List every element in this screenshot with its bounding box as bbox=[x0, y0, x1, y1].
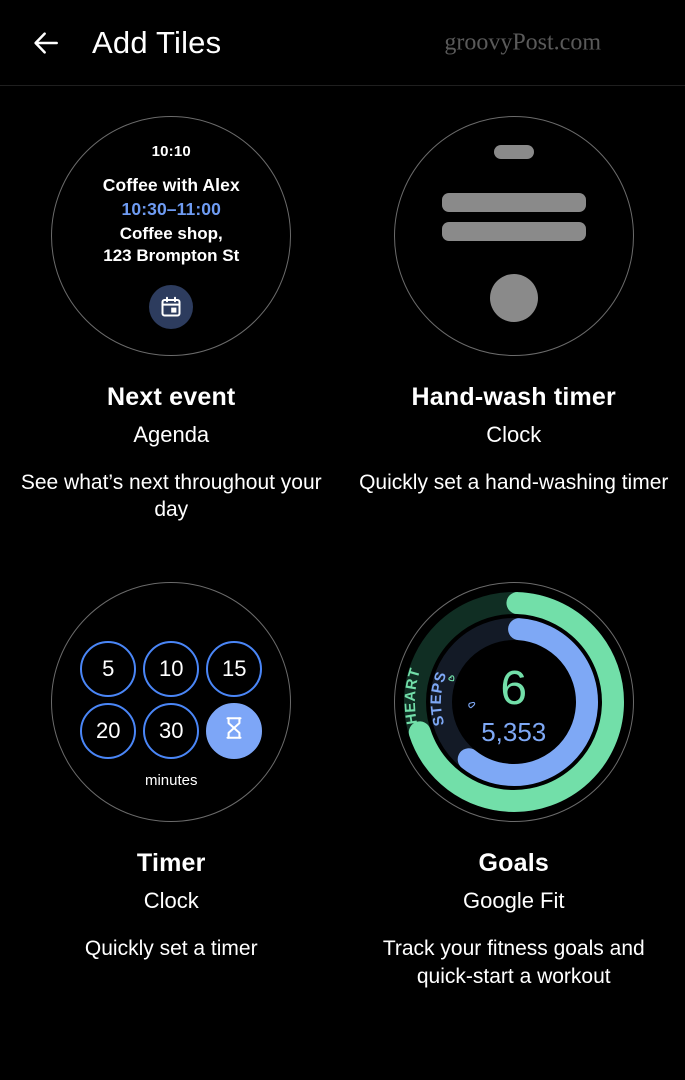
tile-preview-skeleton bbox=[393, 116, 634, 356]
timer-units-label: minutes bbox=[144, 772, 198, 790]
arrow-left-icon bbox=[30, 27, 62, 59]
tile-app-name: Clock bbox=[143, 887, 199, 913]
timer-chip-row-2: 20 30 bbox=[80, 703, 263, 760]
tile-card-timer[interactable]: 5 10 15 20 30 minutes Timer Clock Quickl… bbox=[0, 582, 343, 990]
tile-description: Quickly set a hand-washing timer bbox=[359, 470, 669, 494]
tile-description: See what’s next throughout your day bbox=[20, 470, 322, 522]
agenda-location-line-1: Coffee shop, bbox=[119, 224, 223, 243]
skeleton-bar-1 bbox=[441, 193, 586, 212]
skeleton-pill bbox=[493, 145, 534, 159]
tile-card-hand-wash-timer[interactable]: Hand-wash timer Clock Quickly set a hand… bbox=[343, 116, 685, 524]
goals-center-values: 6 5,353 bbox=[395, 662, 633, 748]
tile-title: Timer bbox=[136, 849, 206, 878]
page-title: Add Tiles bbox=[92, 24, 222, 60]
timer-chip-30[interactable]: 30 bbox=[143, 703, 200, 760]
agenda-event-title: Coffee with Alex bbox=[102, 175, 240, 195]
skeleton-dot bbox=[489, 274, 538, 322]
tile-description: Track your fitness goals and quick-start… bbox=[382, 936, 645, 988]
timer-chip-5[interactable]: 5 bbox=[80, 641, 137, 698]
tile-card-next-event[interactable]: 10:10 Coffee with Alex 10:30–11:00 Coffe… bbox=[0, 116, 343, 524]
tile-preview-agenda: 10:10 Coffee with Alex 10:30–11:00 Coffe… bbox=[51, 116, 292, 356]
tile-title: Next event bbox=[107, 383, 236, 411]
tile-description: Quickly set a timer bbox=[84, 936, 258, 960]
site-watermark: groovyPost.com bbox=[444, 29, 601, 55]
timer-chip-20[interactable]: 20 bbox=[80, 703, 137, 760]
add-tiles-screen: Add Tiles groovyPost.com 10:10 Coffee wi… bbox=[0, 0, 685, 1080]
tile-title: Goals bbox=[478, 849, 549, 878]
app-bar: Add Tiles groovyPost.com bbox=[0, 0, 685, 86]
timer-chip-10[interactable]: 10 bbox=[143, 641, 200, 698]
tile-app-name: Agenda bbox=[133, 421, 210, 447]
timer-chip-grid: 5 10 15 20 30 minutes bbox=[80, 641, 263, 790]
tile-app-name: Google Fit bbox=[463, 887, 565, 913]
skeleton-bar-2 bbox=[441, 222, 586, 241]
timer-chip-row-1: 5 10 15 bbox=[80, 641, 263, 698]
tile-card-goals[interactable]: HEART STEPS 6 5,353 Goals Google Fit Tra… bbox=[343, 582, 685, 990]
agenda-event-location: Coffee shop, 123 Brompton St bbox=[103, 223, 239, 267]
tile-title: Hand-wash timer bbox=[411, 383, 616, 411]
steps-value: 5,353 bbox=[481, 717, 547, 748]
hourglass-icon bbox=[221, 715, 247, 747]
timer-chip-15[interactable]: 15 bbox=[206, 641, 263, 698]
tile-preview-timer: 5 10 15 20 30 minutes bbox=[51, 582, 292, 823]
tile-preview-goals: HEART STEPS 6 5,353 bbox=[393, 582, 634, 823]
tile-app-name: Clock bbox=[486, 421, 542, 447]
heart-value: 6 bbox=[500, 662, 528, 716]
timer-chip-custom[interactable] bbox=[206, 703, 263, 760]
agenda-clock: 10:10 bbox=[151, 143, 191, 160]
agenda-location-line-2: 123 Brompton St bbox=[103, 245, 240, 265]
calendar-icon bbox=[149, 285, 194, 329]
tiles-grid: 10:10 Coffee with Alex 10:30–11:00 Coffe… bbox=[0, 86, 685, 990]
agenda-event-range: 10:30–11:00 bbox=[121, 199, 221, 219]
back-button[interactable] bbox=[18, 15, 74, 71]
